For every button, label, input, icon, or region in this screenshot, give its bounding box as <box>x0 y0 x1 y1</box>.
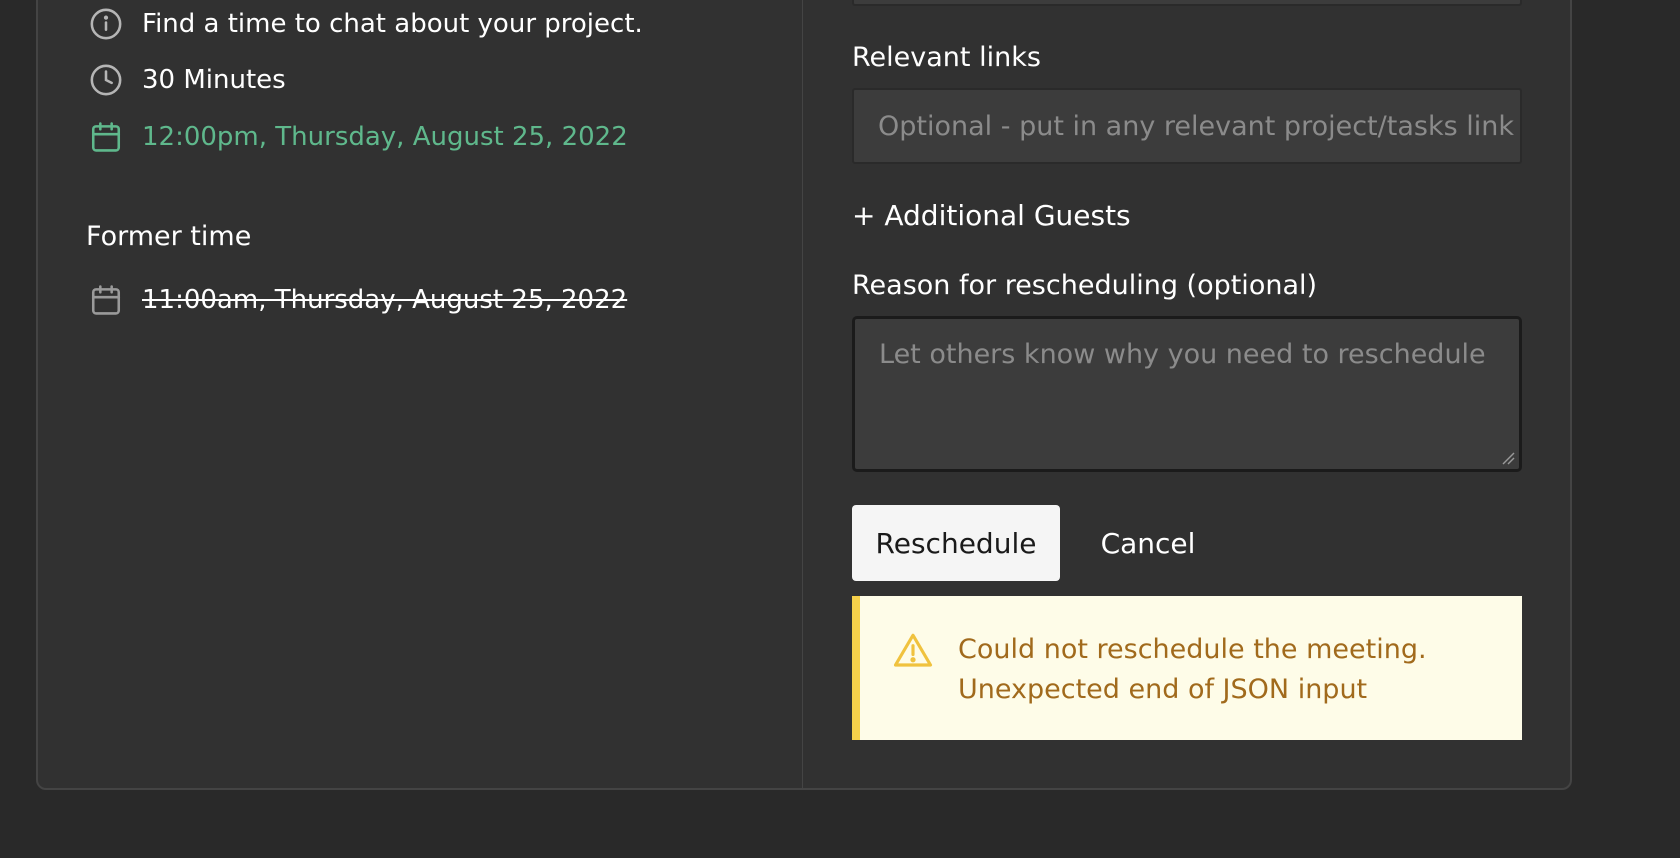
reason-placeholder: Let others know why you need to reschedu… <box>879 339 1486 370</box>
event-description: Find a time to chat about your project. <box>142 9 643 39</box>
resize-handle-icon[interactable] <box>1501 451 1515 465</box>
reason-label: Reason for rescheduling (optional) <box>852 270 1318 301</box>
additional-guests-button[interactable]: + Additional Guests <box>852 199 1131 232</box>
previous-input-field[interactable] <box>852 0 1522 6</box>
alert-message: Could not reschedule the meeting. Unexpe… <box>958 630 1427 710</box>
new-event-time: 12:00pm, Thursday, August 25, 2022 <box>142 122 628 152</box>
former-time-title: Former time <box>86 221 252 252</box>
relevant-links-label: Relevant links <box>852 42 1041 73</box>
alert-line-2: Unexpected end of JSON input <box>958 674 1368 705</box>
reason-textarea[interactable]: Let others know why you need to reschedu… <box>852 316 1522 472</box>
alert-line-1: Could not reschedule the meeting. <box>958 634 1427 665</box>
error-alert: Could not reschedule the meeting. Unexpe… <box>852 596 1522 740</box>
info-icon <box>88 6 124 42</box>
cancel-button[interactable]: Cancel <box>1088 505 1208 581</box>
relevant-links-placeholder: Optional - put in any relevant project/t… <box>878 110 1514 142</box>
relevant-links-input[interactable]: Optional - put in any relevant project/t… <box>852 88 1522 164</box>
column-divider <box>802 0 803 789</box>
warning-icon <box>892 630 936 674</box>
description-row: Find a time to chat about your project. <box>88 4 643 44</box>
former-time-row: 11:00am, Thursday, August 25, 2022 <box>88 280 627 320</box>
new-time-row: 12:00pm, Thursday, August 25, 2022 <box>88 117 628 157</box>
reschedule-button[interactable]: Reschedule <box>852 505 1060 581</box>
event-duration: 30 Minutes <box>142 65 286 95</box>
calendar-icon <box>88 282 124 318</box>
clock-icon <box>88 62 124 98</box>
former-event-time: 11:00am, Thursday, August 25, 2022 <box>142 285 628 315</box>
calendar-icon <box>88 119 124 155</box>
duration-row: 30 Minutes <box>88 60 286 100</box>
